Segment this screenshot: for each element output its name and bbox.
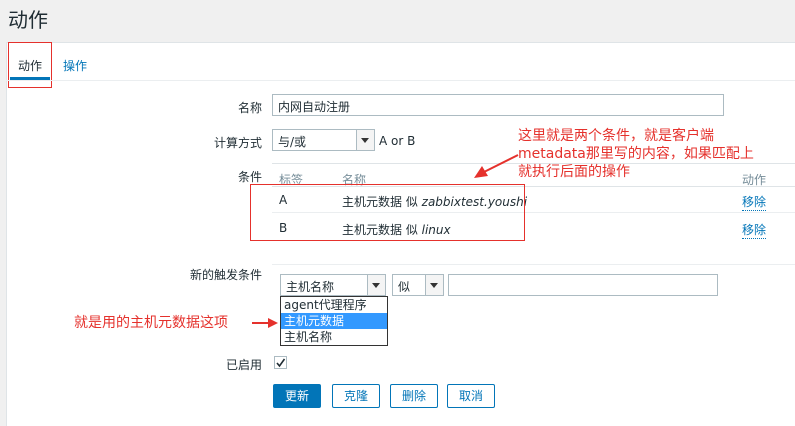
annotation-line-3: 就执行后面的操作: [518, 164, 630, 180]
name-input[interactable]: 内网自动注册: [272, 94, 724, 116]
new-condition-type-value: 主机名称: [286, 280, 335, 294]
annotation-line-1: 这里就是两个条件，就是客户端: [518, 128, 714, 144]
check-icon: [276, 358, 286, 368]
update-button[interactable]: 更新: [273, 384, 321, 408]
condition-b-remove-link[interactable]: 移除: [742, 221, 767, 239]
annotation-arrow-icon: [474, 154, 519, 178]
tab-divider: [6, 80, 795, 81]
clone-button[interactable]: 克隆: [332, 384, 380, 408]
delete-button[interactable]: 删除: [390, 384, 438, 408]
new-condition-operator-value: 似: [398, 280, 411, 294]
tab-operations[interactable]: 操作: [63, 57, 87, 74]
new-condition-operator-select[interactable]: 似: [392, 274, 444, 296]
chevron-down-icon: [367, 275, 385, 295]
calc-label: 计算方式: [213, 136, 262, 150]
enabled-checkbox[interactable]: [274, 356, 287, 369]
new-condition-value-input[interactable]: [448, 274, 718, 296]
annotation-line-2: metadata那里写的内容，如果匹配上: [518, 146, 754, 162]
enabled-label: 已启用: [225, 358, 262, 372]
tab-action[interactable]: 动作: [18, 57, 42, 74]
new-condition-type-select[interactable]: 主机名称: [280, 274, 386, 296]
annotation-metadata-option: 就是用的主机元数据这项: [74, 315, 228, 331]
calc-select-value: 与/或: [278, 135, 307, 149]
new-condition-divider: [272, 264, 795, 265]
cancel-button[interactable]: 取消: [447, 384, 495, 408]
calc-select[interactable]: 与/或: [272, 129, 375, 151]
new-condition-label: 新的触发条件: [189, 268, 262, 282]
dropdown-option-host-name[interactable]: 主机名称: [281, 329, 387, 345]
condition-a-remove-link[interactable]: 移除: [742, 193, 767, 211]
page-title: 动作: [8, 8, 48, 32]
annotation-arrow-icon: [252, 318, 278, 328]
dropdown-option-agent[interactable]: agent代理程序: [281, 297, 387, 313]
chevron-down-icon: [356, 130, 374, 150]
conditions-highlight-box: [250, 184, 525, 241]
dropdown-option-host-metadata[interactable]: 主机元数据: [281, 313, 387, 329]
name-label: 名称: [237, 101, 262, 115]
condition-type-dropdown[interactable]: agent代理程序 主机元数据 主机名称: [280, 296, 388, 346]
calc-formula: A or B: [379, 134, 416, 148]
chevron-down-icon: [425, 275, 443, 295]
conditions-label: 条件: [237, 170, 262, 184]
annotation-conditions: 这里就是两个条件，就是客户端 metadata那里写的内容，如果匹配上 就执行后…: [518, 127, 754, 181]
